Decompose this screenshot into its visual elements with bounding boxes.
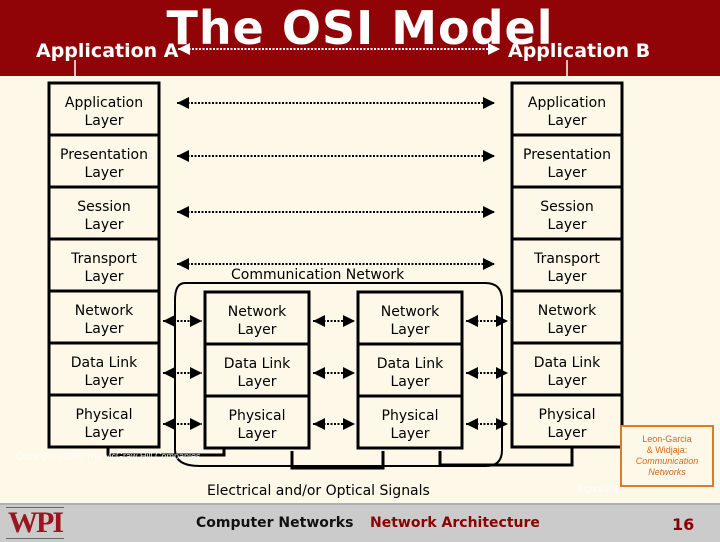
figure-label: Figure 2.6 (578, 484, 619, 494)
page-number: 16 (672, 515, 695, 534)
layer-word: Layer (390, 374, 429, 390)
layer-name: Data Link (534, 355, 601, 371)
credit-authors: Leon-Garcia (642, 434, 692, 444)
communication-network-label: Communication Network (231, 267, 405, 283)
layer-word: Layer (547, 321, 586, 337)
end-system-a-layer: Transport Layer (47, 237, 161, 293)
layer-name: Network (228, 304, 287, 320)
layer-name: Session (77, 199, 130, 215)
layer-name: Data Link (71, 355, 138, 371)
layer-name: Application (65, 95, 143, 111)
end-system-b-layer: Session Layer (510, 185, 624, 241)
layer-name: Network (381, 304, 440, 320)
layer-word: Layer (84, 373, 123, 389)
layer-word: Layer (84, 165, 123, 181)
end-system-a-layer: Physical Layer (47, 393, 161, 449)
layer-word: Layer (390, 426, 429, 442)
layer-name: Physical (382, 408, 439, 424)
layer-word: Layer (237, 426, 276, 442)
layer-name: Network (538, 303, 597, 319)
relay-node-2-layer: Physical Layer (356, 394, 464, 450)
end-system-a-layer: Presentation Layer (47, 133, 161, 189)
end-system-b-layer: Transport Layer (510, 237, 624, 293)
layer-name: Session (540, 199, 593, 215)
layer-word: Layer (390, 322, 429, 338)
layer-word: Layer (84, 425, 123, 441)
layer-name: Network (75, 303, 134, 319)
relay-node-1-layer: Physical Layer (203, 394, 311, 450)
relay-node-2-layer: Network Layer (356, 290, 464, 346)
end-system-b-layer: Data Link Layer (510, 341, 624, 397)
end-system-a-layer: Session Layer (47, 185, 161, 241)
layer-name: Data Link (224, 356, 291, 372)
layer-name: Presentation (523, 147, 611, 163)
end-system-a-layer: Data Link Layer (47, 341, 161, 397)
layer-word: Layer (84, 269, 123, 285)
layer-word: Layer (84, 113, 123, 129)
end-system-b-layer: Presentation Layer (510, 133, 624, 189)
layer-name: Transport (70, 251, 137, 267)
end-system-a-layer: Network Layer (47, 289, 161, 345)
footer: WPI Computer Networks Network Architectu… (0, 503, 720, 542)
credit-book-title: Communication (635, 456, 699, 466)
relay-node-1-layer: Network Layer (203, 290, 311, 346)
layer-word: Layer (547, 217, 586, 233)
layer-name: Physical (229, 408, 286, 424)
copyright-watermark: Copyright ©2000 The McGraw Hill Companie… (16, 451, 201, 461)
layer-word: Layer (547, 269, 586, 285)
layer-name: Presentation (60, 147, 148, 163)
credit-authors-2: & Widjaja: (646, 445, 688, 455)
book-credit: Leon-Garcia & Widjaja: Communication Net… (620, 425, 714, 487)
layer-name: Physical (539, 407, 596, 423)
credit-book-title-2: Networks (648, 467, 686, 477)
layer-word: Layer (237, 374, 276, 390)
layer-word: Layer (547, 165, 586, 181)
layer-word: Layer (84, 321, 123, 337)
end-system-a-layer: Application Layer (47, 81, 161, 137)
wpi-logo: WPI (6, 506, 64, 539)
course-title: Computer Networks (196, 515, 354, 531)
layer-word: Layer (84, 217, 123, 233)
relay-node-2-layer: Data Link Layer (356, 342, 464, 398)
layer-word: Layer (547, 113, 586, 129)
layer-word: Layer (237, 322, 276, 338)
wire-relay2-to-b (438, 447, 574, 467)
layer-name: Application (528, 95, 606, 111)
end-system-b-layer: Network Layer (510, 289, 624, 345)
layer-name: Data Link (377, 356, 444, 372)
end-system-b-layer: Application Layer (510, 81, 624, 137)
relay-node-1-layer: Data Link Layer (203, 342, 311, 398)
layer-name: Physical (76, 407, 133, 423)
layer-name: Transport (533, 251, 600, 267)
lecture-topic: Network Architecture (370, 515, 540, 531)
signals-label: Electrical and/or Optical Signals (207, 483, 430, 499)
layer-word: Layer (547, 425, 586, 441)
end-system-b-layer: Physical Layer (510, 393, 624, 449)
layer-word: Layer (547, 373, 586, 389)
